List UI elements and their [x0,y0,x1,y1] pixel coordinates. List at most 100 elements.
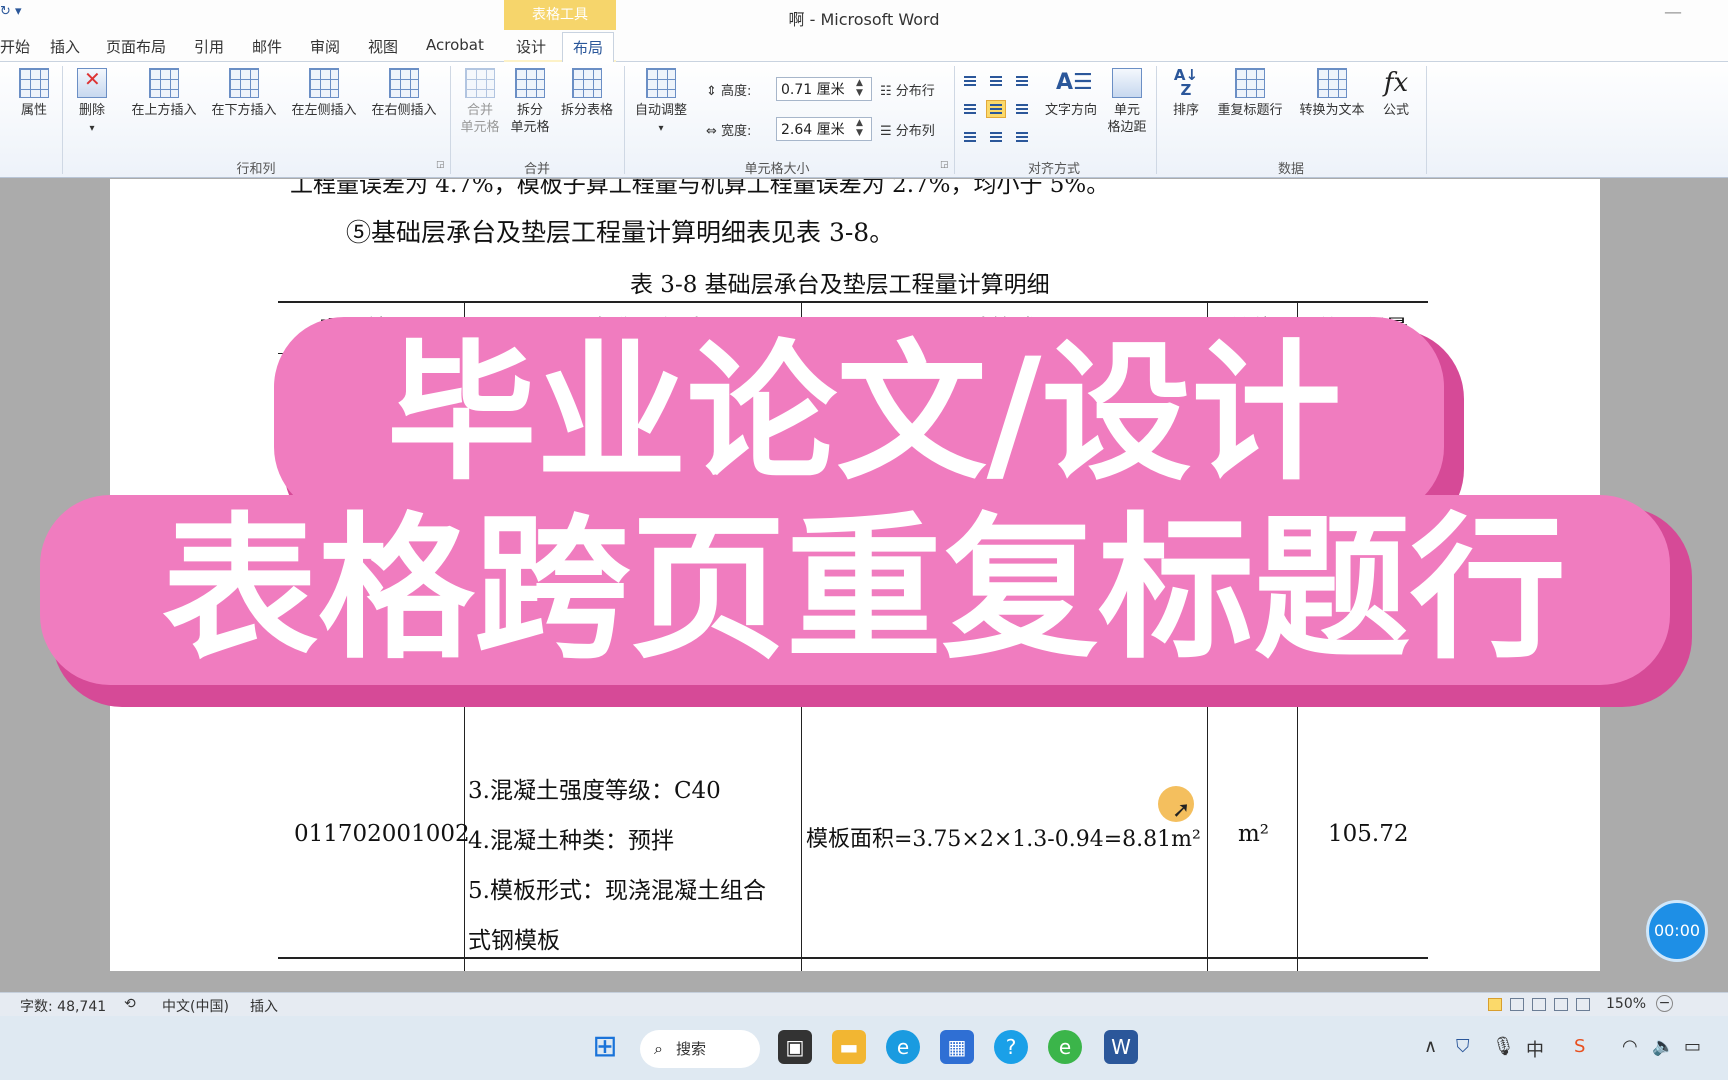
formula-button[interactable]: fx 公式 [1376,68,1416,119]
dialog-launcher-icon[interactable]: ◲ [436,160,445,170]
cell-margins-button[interactable]: 单元 格边距 [1106,68,1148,136]
tab-references[interactable]: 引用 [194,36,224,57]
table-properties-icon [19,68,49,98]
insert-above-button[interactable]: 在上方插入 [126,68,202,119]
table-cell-desc[interactable]: 5.模板形式：现浇混凝土组合 [468,871,766,905]
document-area[interactable]: 工程量误差为 4.7%，模板子算工程量与机算工程量误差为 2.7%，均小于 5%… [0,179,1728,971]
file-explorer-icon[interactable]: ▬ [832,1030,866,1064]
word-app-icon[interactable]: W [1104,1030,1138,1064]
table-cell-desc[interactable]: 3.混凝土强度等级：C40 [468,771,721,805]
draft-view-icon[interactable] [1576,998,1590,1011]
align-top-right-icon[interactable] [1012,72,1032,90]
table-cell-desc[interactable]: 式钢模板 [468,921,560,955]
height-row: ⇕ 高度: ▲▼ [706,77,872,101]
group-label-rows-columns: 行和列 [236,162,276,177]
recording-timer[interactable]: 00:00 [1646,900,1708,962]
text-direction-icon: A☰ [1056,70,1093,95]
full-screen-view-icon[interactable] [1510,998,1524,1011]
table-tools-header: 表格工具 [504,0,616,30]
table-cell-formula[interactable]: 模板面积=3.75×2×1.3-0.94=8.81m² [806,821,1201,853]
width-row: ⇔ 宽度: ▲▼ [706,117,872,141]
tab-acrobat[interactable]: Acrobat [426,36,484,54]
repeat-header-rows-button[interactable]: 重复标题行 [1210,68,1290,119]
distribute-cols-icon: ☰ [880,124,896,139]
outline-view-icon[interactable] [1554,998,1568,1011]
ie-browser-icon[interactable]: e [1048,1030,1082,1064]
tab-review[interactable]: 审阅 [310,36,340,57]
security-shield-icon[interactable]: ⛉ [1456,1036,1470,1057]
print-layout-view-icon[interactable] [1488,998,1502,1011]
taskbar-search[interactable]: ⌕ 搜索 [640,1030,760,1068]
merge-cells-button[interactable]: 合并 单元格 [456,68,504,136]
split-table-button[interactable]: 拆分表格 [556,68,618,119]
mouse-pointer-icon: ➚ [1172,798,1191,823]
tab-mailings[interactable]: 邮件 [252,36,282,57]
search-icon: ⌕ [654,1039,663,1058]
convert-to-text-button[interactable]: 转换为文本 [1292,68,1372,119]
properties-button[interactable]: 属性 [14,68,54,119]
insert-right-button[interactable]: 在右侧插入 [366,68,442,119]
text-direction-button[interactable]: A☰ 文字方向 [1038,68,1104,119]
merge-cells-icon [465,68,495,98]
table-cell-desc[interactable]: 4.混凝土种类：预拌 [468,821,674,855]
sort-button[interactable]: A↓ Z 排序 [1166,68,1206,119]
table-cell-total[interactable]: 105.72 [1328,821,1408,847]
edge-browser-icon[interactable]: e [886,1030,920,1064]
height-spinner[interactable]: ▲ ▼ [856,78,863,98]
proofing-icon[interactable]: ⟲ [124,996,136,1012]
align-bottom-right-icon[interactable] [1012,128,1032,146]
distribute-rows-icon: ☷ [880,84,896,99]
table-cell-unit[interactable]: m² [1238,821,1269,847]
column-width-icon: ⇔ [706,124,722,139]
align-top-center-icon[interactable] [986,72,1006,90]
align-top-left-icon[interactable] [960,72,980,90]
zoom-out-icon[interactable]: − [1656,995,1673,1012]
windows-start-icon[interactable]: ⊞ [588,1030,622,1064]
distribute-cols-button[interactable]: ☰ 分布列 [880,120,935,139]
ribbon-layout: 属性 删除▾ 在上方插入 在下方插入 在左侧插入 在右侧插入 行和列 ◲ 合并单… [0,62,1728,178]
microphone-icon[interactable]: 🎙 [1492,1036,1515,1057]
table-cell-code[interactable]: 011702001002 [294,821,470,847]
delete-table-icon [77,68,107,98]
row-height-icon: ⇕ [706,84,722,99]
web-layout-view-icon[interactable] [1532,998,1546,1011]
align-middle-center-icon[interactable] [986,100,1006,118]
tab-insert[interactable]: 插入 [50,36,80,57]
align-bottom-left-icon[interactable] [960,128,980,146]
language-status[interactable]: 中文(中国) [162,996,229,1016]
align-middle-left-icon[interactable] [960,100,980,118]
split-cells-button[interactable]: 拆分 单元格 [506,68,554,136]
group-label-cell-size: 单元格大小 [744,162,810,177]
sogou-ime-icon[interactable]: S [1574,1036,1585,1057]
banner-title-line2: 表格跨页重复标题行 [162,498,1566,680]
word-count[interactable]: 字数: 48,741 [20,996,106,1016]
distribute-rows-button[interactable]: ☷ 分布行 [880,80,935,99]
autofit-button[interactable]: 自动调整 ▾ [628,68,694,137]
sort-az-icon: A↓ Z [1173,66,1199,99]
task-view-icon[interactable]: ▣ [778,1030,812,1064]
tab-page-layout[interactable]: 页面布局 [106,36,166,57]
delete-button[interactable]: 删除▾ [72,68,112,137]
insert-left-button[interactable]: 在左侧插入 [286,68,362,119]
align-bottom-center-icon[interactable] [986,128,1006,146]
tab-design[interactable]: 设计 [516,36,546,57]
insert-below-button[interactable]: 在下方插入 [206,68,282,119]
tray-chevron-icon[interactable]: ∧ [1424,1036,1437,1057]
tab-view[interactable]: 视图 [368,36,398,57]
align-middle-right-icon[interactable] [1012,100,1032,118]
wifi-icon[interactable]: ◠ [1622,1036,1638,1057]
insert-mode[interactable]: 插入 [250,996,278,1016]
dialog-launcher-icon[interactable]: ◲ [940,160,949,170]
tab-home[interactable]: 开始 [0,36,30,57]
zoom-level[interactable]: 150% [1606,996,1646,1012]
microsoft-store-icon[interactable]: ▦ [940,1030,974,1064]
ime-chinese-icon[interactable]: 中 [1526,1036,1544,1062]
convert-to-text-icon [1317,68,1347,98]
battery-icon[interactable]: ▭ [1684,1036,1701,1057]
partial-top-line: 工程量误差为 4.7%，模板子算工程量与机算工程量误差为 2.7%，均小于 5%… [290,179,1110,198]
help-icon[interactable]: ? [994,1030,1028,1064]
minimize-icon[interactable]: — [1664,2,1682,23]
tab-layout[interactable]: 布局 [562,32,615,63]
volume-icon[interactable]: 🔈 [1652,1036,1674,1057]
width-spinner[interactable]: ▲ ▼ [856,118,863,138]
